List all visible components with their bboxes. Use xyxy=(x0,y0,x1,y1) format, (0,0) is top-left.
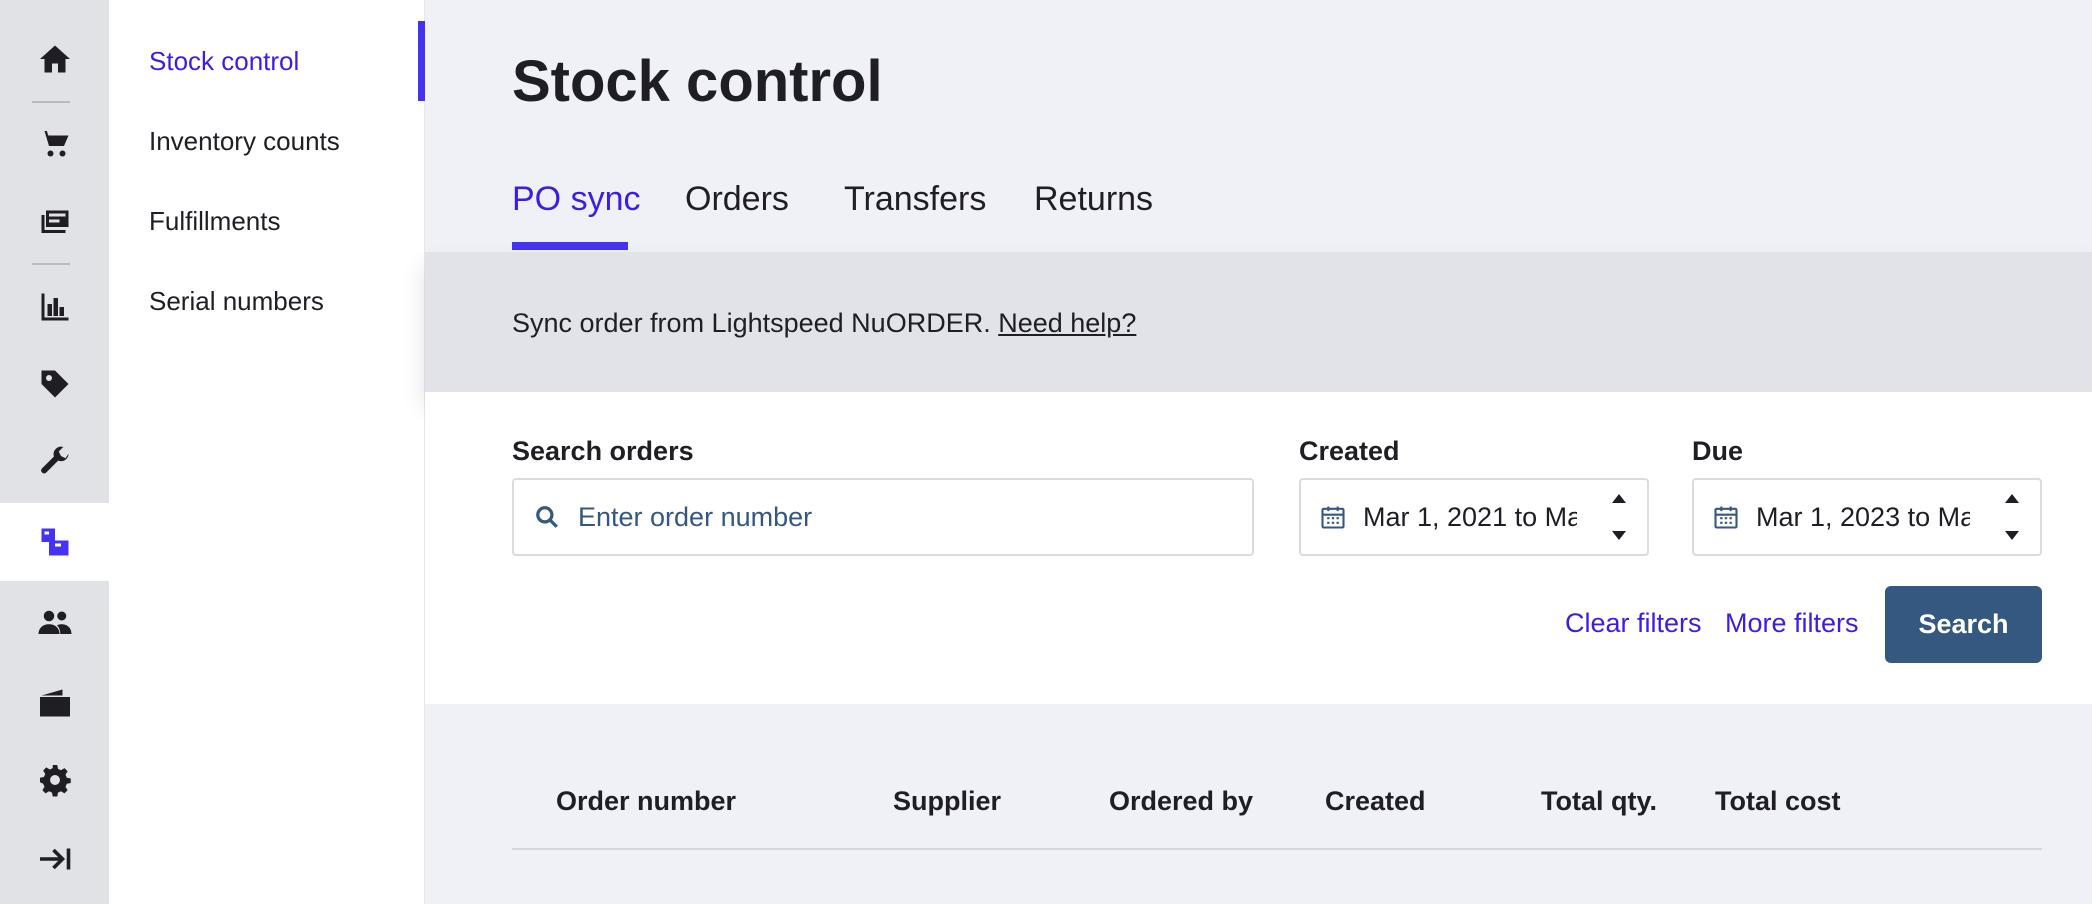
search-button[interactable]: Search xyxy=(1885,586,2042,663)
chevron-up-icon[interactable] xyxy=(1612,494,1626,503)
tab-transfers[interactable]: Transfers xyxy=(844,180,986,252)
subnav-item-stock-control[interactable]: Stock control xyxy=(149,46,299,77)
page-title: Stock control xyxy=(512,49,883,114)
register-icon[interactable] xyxy=(0,186,109,256)
due-stepper[interactable] xyxy=(2002,494,2022,540)
created-stepper[interactable] xyxy=(1609,494,1629,540)
search-input[interactable] xyxy=(578,501,1252,533)
wallet-icon[interactable] xyxy=(0,668,109,738)
chevron-up-icon[interactable] xyxy=(2005,494,2019,503)
icon-rail xyxy=(0,0,109,904)
calendar-icon xyxy=(1319,503,1347,531)
tab-orders[interactable]: Orders xyxy=(685,180,789,252)
column-header-total-qty[interactable]: Total qty. xyxy=(1541,786,1657,817)
due-date-range[interactable]: Mar 1, 2023 to Ma xyxy=(1692,478,2042,556)
column-header-order-number[interactable]: Order number xyxy=(556,786,736,817)
subnav-item-inventory-counts[interactable]: Inventory counts xyxy=(149,126,340,157)
cart-icon[interactable] xyxy=(0,108,109,178)
column-header-supplier[interactable]: Supplier xyxy=(893,786,1001,817)
created-label: Created xyxy=(1299,436,1400,466)
due-date-value: Mar 1, 2023 to Ma xyxy=(1756,501,1970,532)
gear-icon[interactable] xyxy=(0,745,109,815)
main-content: Stock control PO sync Orders Transfers R… xyxy=(425,0,2092,904)
chevron-down-icon[interactable] xyxy=(2005,531,2019,540)
inventory-boxes-icon[interactable] xyxy=(0,503,109,581)
search-icon xyxy=(534,504,560,530)
tag-icon[interactable] xyxy=(0,349,109,419)
filter-panel: Search orders Created Mar 1, 2021 to Ma … xyxy=(425,392,2092,704)
table-header: Order number Supplier Ordered by Created… xyxy=(512,770,2042,850)
clear-filters-button[interactable]: Clear filters xyxy=(1565,608,1702,639)
rail-divider xyxy=(32,263,70,265)
active-indicator xyxy=(418,21,425,101)
subnav-item-fulfillments[interactable]: Fulfillments xyxy=(149,206,280,237)
wrench-icon[interactable] xyxy=(0,427,109,497)
created-date-range[interactable]: Mar 1, 2021 to Ma xyxy=(1299,478,1649,556)
banner-text: Sync order from Lightspeed NuORDER. Need… xyxy=(512,308,1136,339)
customers-icon[interactable] xyxy=(0,587,109,657)
search-orders-label: Search orders xyxy=(512,436,694,466)
collapse-arrow-icon[interactable] xyxy=(0,824,109,894)
tab-returns[interactable]: Returns xyxy=(1034,180,1153,252)
more-filters-button[interactable]: More filters xyxy=(1725,608,1859,639)
tab-po-sync[interactable]: PO sync xyxy=(512,180,640,252)
rail-divider xyxy=(32,101,70,103)
banner-message: Sync order from Lightspeed NuORDER. xyxy=(512,308,991,338)
column-header-total-cost[interactable]: Total cost xyxy=(1715,786,1841,817)
tab-label: PO sync xyxy=(512,180,641,218)
need-help-link[interactable]: Need help? xyxy=(998,308,1136,338)
due-label: Due xyxy=(1692,436,1744,466)
tab-underline xyxy=(512,242,628,250)
reports-icon[interactable] xyxy=(0,272,109,342)
column-header-created[interactable]: Created xyxy=(1325,786,1426,817)
info-banner: Sync order from Lightspeed NuORDER. Need… xyxy=(425,252,2092,392)
secondary-nav: Stock control Inventory counts Fulfillme… xyxy=(109,0,425,904)
home-icon[interactable] xyxy=(0,24,109,94)
created-date-value: Mar 1, 2021 to Ma xyxy=(1363,501,1577,532)
calendar-icon xyxy=(1712,503,1740,531)
column-header-ordered-by[interactable]: Ordered by xyxy=(1109,786,1253,817)
search-orders-field[interactable] xyxy=(512,478,1254,556)
chevron-down-icon[interactable] xyxy=(1612,531,1626,540)
subnav-item-serial-numbers[interactable]: Serial numbers xyxy=(149,286,324,317)
